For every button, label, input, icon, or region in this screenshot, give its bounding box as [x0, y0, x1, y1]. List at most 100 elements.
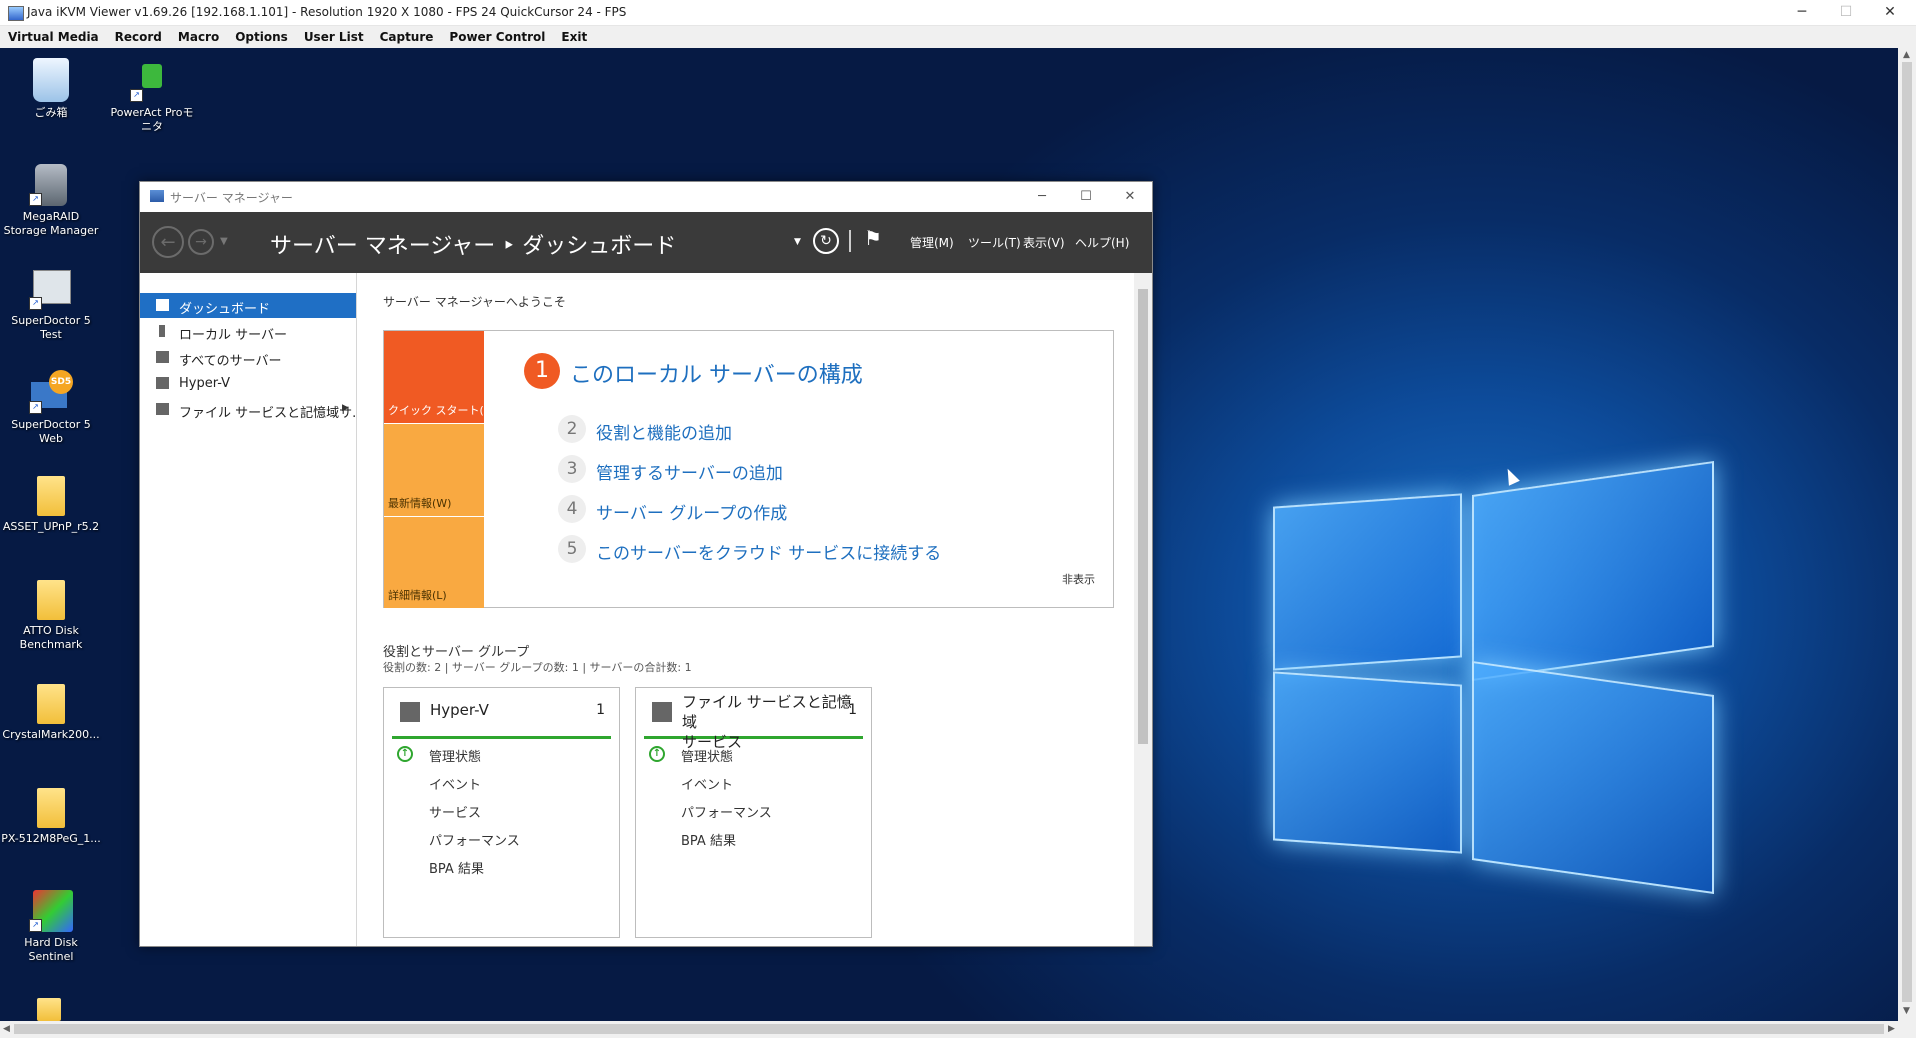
card-item-performance[interactable]: パフォーマンス	[429, 830, 520, 849]
sm-maximize-button[interactable]: ☐	[1064, 184, 1108, 210]
sm-close-button[interactable]: ✕	[1108, 184, 1152, 210]
card-item-bpa[interactable]: BPA 結果	[429, 858, 484, 877]
recycle-bin-icon	[33, 58, 69, 102]
close-button[interactable]: ✕	[1868, 0, 1912, 25]
card-item-events[interactable]: イベント	[429, 774, 481, 793]
menu-manage[interactable]: 管理(M)	[910, 234, 954, 251]
dashboard-icon	[156, 299, 169, 311]
desktop-icon-px512[interactable]: PX-512M8PeG_1...	[1, 788, 101, 846]
card-count: 1	[596, 702, 605, 718]
server-icon	[159, 325, 165, 337]
sidebar-item-all-servers[interactable]: すべてのサーバー	[140, 345, 356, 370]
desktop-icon-atto[interactable]: ATTO Disk Benchmark	[1, 580, 101, 652]
sd5-icon: SD5 ↗	[29, 370, 73, 414]
folder-icon[interactable]	[37, 998, 61, 1021]
menu-record[interactable]: Record	[107, 27, 170, 47]
header-divider	[849, 230, 851, 252]
viewer-vertical-scrollbar[interactable]: ▲ ▼	[1898, 48, 1916, 1021]
sm-sidebar: ダッシュボード ローカル サーバー すべてのサーバー Hyper-V ファイル …	[140, 273, 365, 946]
menu-power-control[interactable]: Power Control	[441, 27, 553, 47]
step-label: このローカル サーバーの構成	[570, 363, 863, 388]
tab-whats-new[interactable]: 最新情報(W)	[384, 423, 484, 516]
remote-desktop[interactable]: ごみ箱 ↗ PowerAct Proモニタ ↗ MegaRAID Storage…	[0, 48, 1898, 1021]
desktop-icon-hard-disk-sentinel[interactable]: ↗ Hard Disk Sentinel	[1, 888, 101, 964]
hyper-v-icon	[400, 702, 420, 722]
menu-tools[interactable]: ツール(T)	[968, 234, 1021, 251]
card-item-performance[interactable]: パフォーマンス	[681, 802, 772, 821]
scroll-down-arrow-icon[interactable]: ▼	[1903, 1006, 1910, 1016]
viewer-hscroll-thumb[interactable]	[14, 1024, 1884, 1034]
menu-macro[interactable]: Macro	[170, 27, 227, 47]
step-number: 1	[524, 353, 560, 389]
menu-exit[interactable]: Exit	[553, 27, 595, 47]
breadcrumb: サーバー マネージャー ‣ ダッシュボード	[270, 234, 677, 259]
roles-section-title: 役割とサーバー グループ	[383, 645, 530, 660]
card-title: Hyper-V	[430, 701, 489, 719]
desktop-icon-megaraid[interactable]: ↗ MegaRAID Storage Manager	[1, 162, 101, 238]
desktop-icon-superdoctor-test[interactable]: ↗ SuperDoctor 5 Test	[1, 266, 101, 342]
menu-capture[interactable]: Capture	[372, 27, 442, 47]
sidebar-item-file-services[interactable]: ファイル サービスと記憶域サ... ▶	[140, 397, 365, 422]
tab-learn-more[interactable]: 詳細情報(L)	[384, 516, 484, 608]
scroll-right-arrow-icon[interactable]: ▶	[1888, 1024, 1895, 1034]
welcome-heading: サーバー マネージャーへようこそ	[383, 295, 566, 309]
card-item-manageability[interactable]: 管理状態	[681, 746, 733, 765]
folder-icon	[37, 476, 65, 516]
sm-vertical-scrollbar[interactable]	[1134, 273, 1152, 946]
java-window-title: Java iKVM Viewer v1.69.26 [192.168.1.101…	[27, 5, 627, 19]
scroll-up-arrow-icon[interactable]: ▲	[1903, 50, 1910, 60]
windows-logo-wallpaper	[1265, 438, 1714, 898]
desktop-icon-poweract[interactable]: ↗ PowerAct Proモニタ	[102, 58, 202, 134]
card-item-bpa[interactable]: BPA 結果	[681, 830, 736, 849]
scroll-left-arrow-icon[interactable]: ◀	[3, 1024, 10, 1034]
dashboard-content: サーバー マネージャーへようこそ クイック スタート(Q) 最新情報(W) 詳細…	[357, 273, 1134, 946]
sm-header: ← → ▼ サーバー マネージャー ‣ ダッシュボード ▼ ↻ ⚑ 管理(M) …	[140, 212, 1152, 273]
viewer-vscroll-thumb[interactable]	[1902, 62, 1912, 1002]
desktop-icon-crystalmark[interactable]: CrystalMark200...	[1, 684, 101, 742]
history-dropdown-icon[interactable]: ▼	[220, 236, 228, 247]
desktop-icon-recycle-bin[interactable]: ごみ箱	[1, 58, 101, 120]
folder-icon	[37, 580, 65, 620]
role-card-hyper-v[interactable]: Hyper-V 1 ↑ 管理状態 イベント サービス パフォーマンス BPA 結…	[383, 687, 620, 938]
desktop-icon-superdoctor-web[interactable]: SD5 ↗ SuperDoctor 5 Web	[1, 370, 101, 446]
card-title: ファイル サービスと記憶域 サービス	[682, 693, 852, 751]
expand-arrow-icon[interactable]: ▶	[342, 403, 349, 413]
viewer-horizontal-scrollbar[interactable]: ◀ ▶	[0, 1021, 1916, 1038]
role-card-file-services[interactable]: ファイル サービスと記憶域 サービス 1 ↑ 管理状態 イベント パフォーマンス…	[635, 687, 872, 938]
notifications-flag-icon[interactable]: ⚑	[864, 226, 882, 250]
menu-user-list[interactable]: User List	[296, 27, 372, 47]
tab-quick-start[interactable]: クイック スタート(Q)	[384, 331, 497, 423]
hard-disk-icon: ↗	[29, 888, 73, 932]
menu-options[interactable]: Options	[227, 27, 296, 47]
sidebar-item-hyper-v[interactable]: Hyper-V	[140, 371, 356, 396]
back-button[interactable]: ←	[152, 226, 184, 258]
menu-help[interactable]: ヘルプ(H)	[1075, 234, 1129, 251]
sm-window-title: サーバー マネージャー	[170, 191, 293, 205]
file-services-icon	[156, 403, 169, 415]
card-header[interactable]: ファイル サービスと記憶域 サービス 1	[644, 688, 863, 751]
sm-minimize-button[interactable]: ─	[1020, 184, 1064, 210]
refresh-icon[interactable]: ↻	[813, 228, 839, 254]
desktop-icon-asset-upnp[interactable]: ASSET_UPnP_r5.2	[1, 476, 101, 534]
minimize-button[interactable]: ─	[1780, 0, 1824, 25]
hide-link[interactable]: 非表示	[1062, 571, 1095, 587]
servers-icon	[156, 351, 169, 363]
maximize-button[interactable]: ☐	[1824, 0, 1868, 25]
card-item-events[interactable]: イベント	[681, 774, 733, 793]
card-item-manageability[interactable]: 管理状態	[429, 746, 481, 765]
menu-virtual-media[interactable]: Virtual Media	[0, 27, 107, 47]
sidebar-item-dashboard[interactable]: ダッシュボード	[140, 293, 356, 318]
server-manager-window[interactable]: サーバー マネージャー ─ ☐ ✕ ← → ▼ サーバー マネージャー ‣ ダッ…	[139, 181, 1153, 947]
card-header[interactable]: Hyper-V 1	[392, 688, 611, 739]
forward-button[interactable]: →	[188, 229, 214, 255]
sm-scroll-thumb[interactable]	[1138, 289, 1148, 744]
java-app-icon	[8, 6, 24, 21]
status-ok-icon: ↑	[649, 746, 665, 762]
hyper-v-icon	[156, 377, 169, 389]
sidebar-item-local-server[interactable]: ローカル サーバー	[140, 319, 356, 344]
status-ok-icon: ↑	[397, 746, 413, 762]
card-item-services[interactable]: サービス	[429, 802, 481, 821]
dropdown-arrow-icon[interactable]: ▼	[794, 237, 801, 247]
menu-view[interactable]: 表示(V)	[1023, 234, 1065, 251]
java-menubar: Virtual Media Record Macro Options User List…	[0, 26, 1916, 48]
